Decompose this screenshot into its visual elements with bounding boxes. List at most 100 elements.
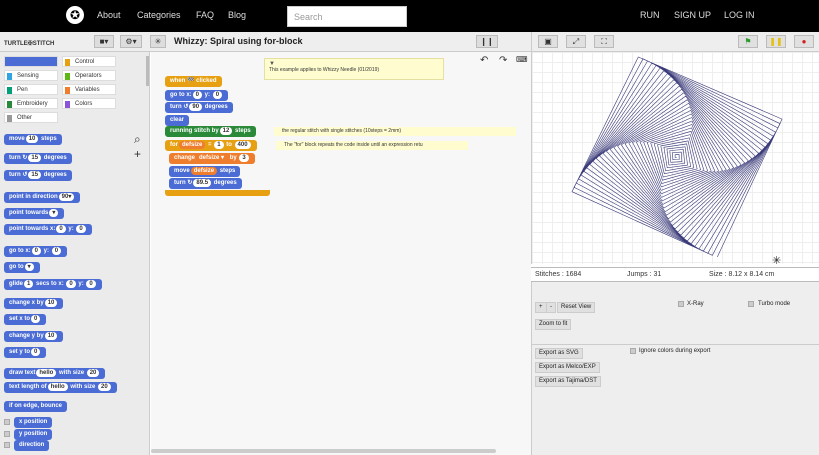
script-clear-block[interactable]: clear (165, 115, 190, 126)
search-blocks-icon[interactable]: ⌕ (134, 132, 141, 147)
script-scrollbar[interactable] (151, 449, 496, 453)
category-operators[interactable]: Operators (62, 70, 116, 81)
category-motion[interactable]: Motion (4, 56, 58, 67)
block-input[interactable]: 1 (214, 141, 224, 149)
export-svg-button[interactable]: Export as SVG (535, 348, 583, 359)
block-move[interactable]: move 10 steps (4, 134, 62, 145)
block-input[interactable]: 3 (239, 154, 249, 162)
export-tajima-button[interactable]: Export as Tajima/DST (535, 376, 601, 387)
nav-blog[interactable]: Blog (228, 10, 246, 20)
block-input[interactable]: 10 (25, 135, 39, 143)
stage-canvas[interactable]: ✳ (531, 52, 819, 267)
stage-small-button[interactable]: ▣ (538, 35, 558, 48)
block-input[interactable]: 20 (98, 383, 111, 391)
nav-run[interactable]: RUN (640, 10, 660, 20)
block-input[interactable]: hello (36, 369, 57, 377)
category-sensing[interactable]: Sensing (4, 70, 58, 81)
search-input[interactable]: Search (287, 6, 407, 27)
block-input[interactable]: 0 (56, 225, 66, 233)
comment-running[interactable]: the regular stitch with single stitches … (274, 127, 516, 136)
keyboard-icon[interactable]: ⌨ (516, 55, 528, 64)
block-input[interactable]: 0 (31, 247, 42, 255)
category-scrollbar[interactable] (146, 56, 149, 86)
block-input[interactable]: ▾ (49, 209, 59, 217)
category-variables[interactable]: Variables (62, 84, 116, 95)
block-input[interactable]: 0 (66, 280, 76, 288)
block-glide[interactable]: glide 1 secs to x: 0 y: 0 (4, 279, 102, 290)
category-other[interactable]: Other (4, 112, 58, 123)
block-input[interactable]: 0 (31, 315, 41, 323)
nav-faq[interactable]: FAQ (196, 10, 214, 20)
stop-button[interactable]: ● (794, 35, 814, 48)
block-bounce[interactable]: if on edge, bounce (4, 401, 68, 412)
block-turn-right[interactable]: turn ↻ 15 degrees (4, 153, 72, 164)
add-icon[interactable]: + (134, 147, 141, 161)
block-input[interactable]: 1 (24, 280, 34, 288)
block-input[interactable]: defsize (179, 141, 206, 149)
pause-button[interactable]: ❚❚ (766, 35, 786, 48)
green-flag-button[interactable]: ⚑ (738, 35, 758, 48)
block-goto-xy[interactable]: go to x: 0 y: 0 (4, 246, 68, 257)
block-input[interactable]: 89.5 (193, 179, 212, 187)
nav-login[interactable]: LOG IN (724, 10, 755, 20)
block-input[interactable]: hello (47, 383, 68, 391)
footprints-button[interactable]: ❙❙ (476, 35, 498, 48)
note-comment[interactable]: ▼ This example applies to Whizzy Needle … (264, 58, 444, 80)
category-embroidery[interactable]: Embroidery (4, 98, 58, 109)
block-input[interactable]: ▾ (24, 263, 34, 271)
block-xpos[interactable]: x position (14, 417, 53, 428)
block-input[interactable]: 15 (28, 154, 42, 162)
block-input[interactable]: 0 (192, 91, 203, 99)
block-input[interactable]: 400 (234, 141, 251, 149)
ypos-checkbox[interactable] (4, 431, 10, 437)
block-set-y[interactable]: set y to 0 (4, 347, 47, 358)
script-turn2-block[interactable]: turn ↻ 89.5 degrees (169, 178, 242, 189)
block-input[interactable]: defsize (190, 167, 218, 175)
category-control[interactable]: Control (62, 56, 116, 67)
block-point-towards-xy[interactable]: point towards x: 0 y: 0 (4, 224, 92, 235)
stage-expand-button[interactable]: ⤢ (566, 35, 586, 48)
file-menu-button[interactable]: ■▾ (94, 35, 114, 48)
xpos-checkbox[interactable] (4, 419, 10, 425)
script-goto-block[interactable]: go to x: 0 y: 0 (165, 90, 229, 101)
nav-categories[interactable]: Categories (137, 10, 181, 20)
block-input[interactable]: 90 (189, 103, 203, 111)
block-goto[interactable]: go to ▾ (4, 262, 40, 273)
block-input[interactable]: 0 (51, 247, 62, 255)
script-move-block[interactable]: move defsize steps (169, 166, 241, 177)
script-for-block[interactable]: for defsize = 1 to 400 (165, 140, 257, 151)
block-ypos[interactable]: y position (14, 429, 53, 440)
category-colors[interactable]: Colors (62, 98, 116, 109)
block-input[interactable]: defsize ▾ (196, 154, 228, 162)
block-input[interactable]: 0 (76, 225, 86, 233)
site-logo-icon[interactable]: ✪ (66, 6, 84, 24)
block-input[interactable]: 15 (28, 171, 42, 179)
zoom-to-fit-button[interactable]: Zoom to fit (535, 319, 572, 330)
block-input[interactable]: 10 (44, 299, 58, 307)
block-input[interactable]: 90▾ (58, 193, 75, 201)
block-text-length[interactable]: text length of hello with size 20 (4, 382, 117, 393)
script-change-block[interactable]: change defsize ▾ by 3 (169, 153, 255, 164)
block-input[interactable]: 0 (31, 348, 41, 356)
block-change-y[interactable]: change y by 10 (4, 331, 64, 342)
reset-view-button[interactable]: Reset View (557, 302, 596, 313)
category-pen[interactable]: Pen (4, 84, 58, 95)
block-input[interactable]: 0 (212, 91, 223, 99)
block-input[interactable]: 12 (219, 127, 233, 135)
direction-checkbox[interactable] (4, 442, 10, 448)
undo-icon[interactable]: ↶ (480, 55, 488, 66)
block-input[interactable]: 20 (86, 369, 100, 377)
block-direction[interactable]: direction (14, 440, 50, 451)
block-change-x[interactable]: change x by 10 (4, 298, 64, 309)
script-running-stitch-block[interactable]: running stitch by 12 steps (165, 126, 256, 137)
settings-menu-button[interactable]: ⚙▾ (120, 35, 142, 48)
comment-for[interactable]: The "for" block repeats the code inside … (276, 141, 468, 150)
ignore-colors-checkbox[interactable] (630, 348, 636, 354)
block-point-towards[interactable]: point towards ▾ (4, 208, 65, 219)
zoom-out-button[interactable]: - (546, 302, 556, 313)
script-turn-block[interactable]: turn ↺ 90 degrees (165, 102, 233, 113)
block-set-x[interactable]: set x to 0 (4, 314, 47, 325)
nav-signup[interactable]: SIGN UP (674, 10, 711, 20)
xray-checkbox[interactable] (678, 301, 684, 307)
block-point-direction[interactable]: point in direction 90▾ (4, 192, 81, 203)
